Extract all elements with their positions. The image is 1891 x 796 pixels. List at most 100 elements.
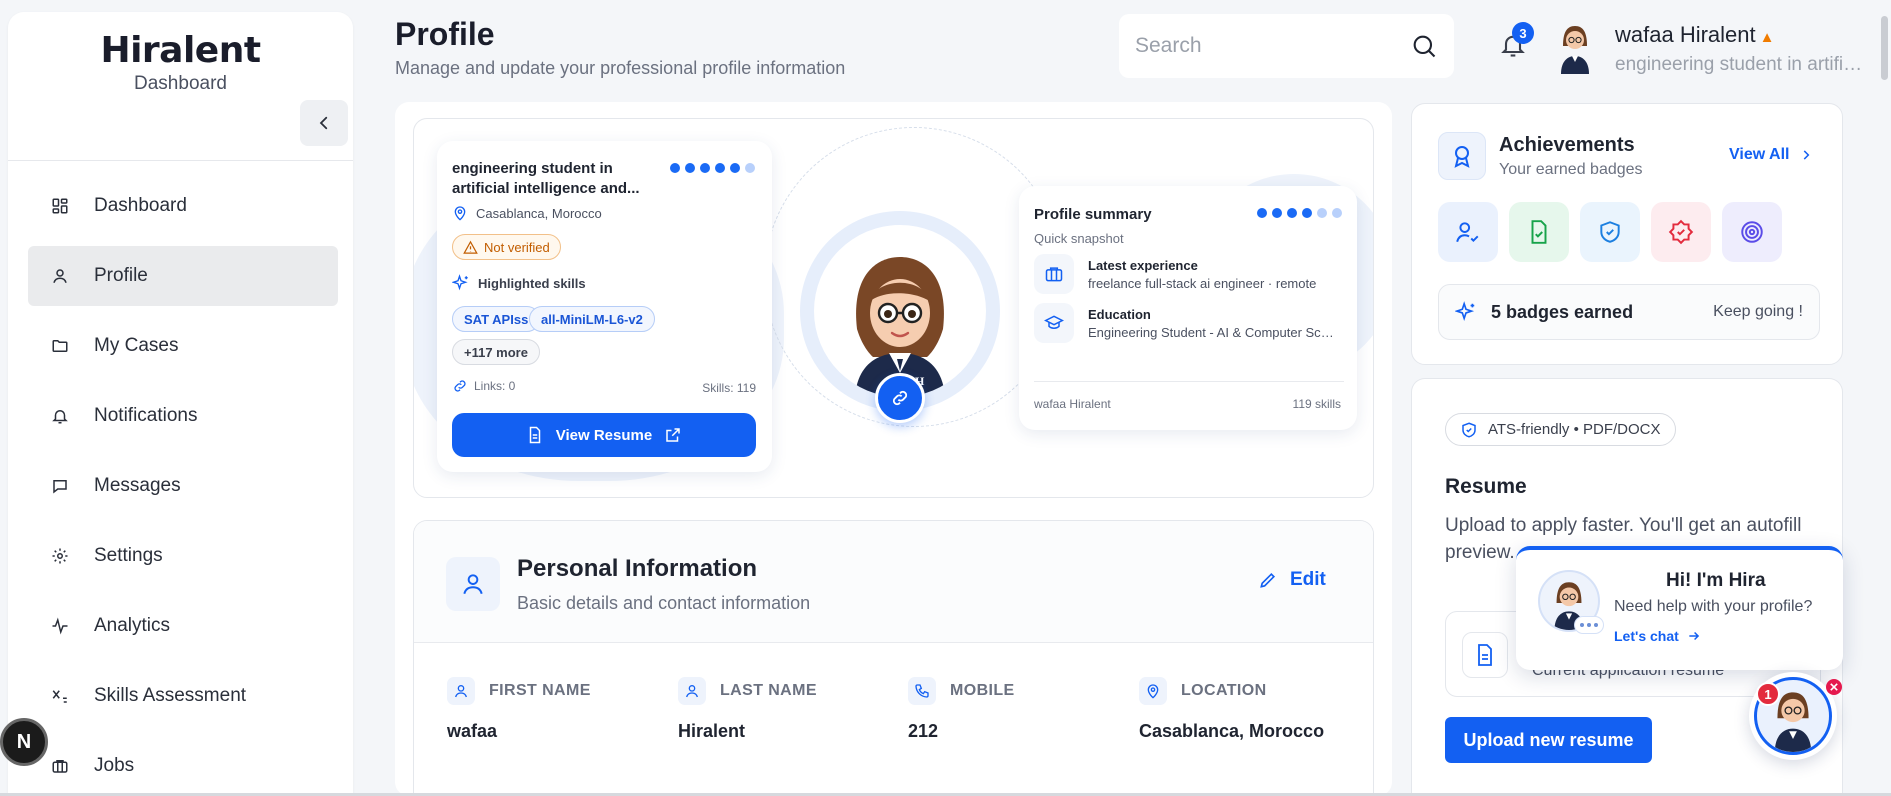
user-check-icon (1456, 222, 1479, 243)
status-text: Not verified (484, 239, 550, 255)
sidebar-item-label: Analytics (94, 615, 171, 636)
view-resume-button[interactable]: View Resume (452, 413, 756, 457)
experience-value: freelance full-stack ai engineer · remot… (1088, 275, 1317, 291)
share-link-button[interactable] (875, 373, 925, 423)
lets-chat-label: Let's chat (1614, 628, 1679, 644)
view-all-link[interactable]: View All (1729, 146, 1813, 164)
sidebar-divider (8, 160, 353, 161)
link-icon (892, 390, 908, 406)
avatar-image: H (814, 225, 986, 397)
shield-check-icon (1462, 421, 1476, 438)
edit-button[interactable]: Edit (1258, 569, 1326, 591)
experience-label: Latest experience (1088, 257, 1198, 273)
pencil-icon (1260, 572, 1276, 588)
field-value: Hiralent (678, 721, 746, 741)
field-label: Location (1181, 682, 1267, 699)
summary-subtitle: Quick snapshot (1034, 231, 1124, 246)
brand: Hiralent Dashboard (8, 30, 353, 95)
profile-summary-card: Profile summary Quick snapshot Latest ex… (1019, 186, 1357, 430)
sidebar-item-label: Messages (94, 475, 181, 496)
profile-hero: engineering student in artificial intell… (413, 118, 1374, 498)
field-label: Last Name (720, 682, 817, 699)
search-placeholder: Search (1135, 34, 1202, 57)
sidebar-item-profile[interactable]: Profile (28, 246, 338, 306)
arrow-right-icon (1689, 631, 1699, 641)
sidebar-item-label: My Cases (94, 335, 179, 356)
badge-target[interactable] (1722, 202, 1782, 262)
sidebar-item-my-cases[interactable]: My Cases (28, 316, 338, 376)
search-input[interactable]: Search (1119, 14, 1454, 78)
personal-information-header: Personal Information Basic details and c… (414, 521, 1373, 643)
brand-logo[interactable]: Hiralent (8, 30, 353, 71)
edit-label: Edit (1290, 569, 1326, 590)
sidebar-item-analytics[interactable]: Analytics (28, 596, 338, 656)
field-value: Casablanca, Morocco (1139, 721, 1325, 741)
assistant-chat-popup[interactable]: Hi! I'm Hira Need help with your profile… (1516, 546, 1843, 670)
typing-indicator (1574, 616, 1604, 634)
sidebar-item-jobs[interactable]: Jobs (28, 736, 338, 796)
user-name[interactable]: wafaa Hiralent ▲ (1615, 22, 1775, 48)
dev-tools-badge[interactable]: N (0, 718, 48, 766)
map-pin-icon (1139, 677, 1167, 705)
user-avatar[interactable] (1555, 20, 1595, 74)
gear-icon (50, 546, 70, 566)
latest-experience: Latest experience freelance full-stack a… (1034, 254, 1344, 294)
last-name-field: Last Name Hiralent (678, 677, 817, 742)
field-label: First Name (489, 682, 591, 699)
education-value: Engineering Student - AI & Computer Scie… (1088, 324, 1336, 340)
skills-count: Skills: 119 (702, 381, 756, 395)
progress-dot (1302, 208, 1312, 218)
progress-dots (1257, 208, 1342, 218)
user-icon (447, 677, 475, 705)
scrollbar[interactable] (1881, 16, 1888, 80)
achievements-title: Achievements (1499, 134, 1635, 156)
sidebar-item-label: Skills Assessment (94, 685, 247, 706)
badge-security[interactable] (1580, 202, 1640, 262)
notification-count-badge: 3 (1512, 22, 1534, 44)
summary-skills: 119 skills (1292, 397, 1341, 411)
user-role: engineering student in artificial intell… (1615, 54, 1870, 75)
sidebar-item-label: Dashboard (94, 195, 187, 216)
badges-earned-text: 5 badges earned (1491, 301, 1634, 322)
sidebar-item-notifications[interactable]: Notifications (28, 386, 338, 446)
section-subtitle: Basic details and contact information (517, 593, 811, 613)
badge-profile-verified[interactable] (1438, 202, 1498, 262)
lets-chat-link[interactable]: Let's chat (1614, 628, 1701, 644)
links-text: Links: 0 (474, 379, 516, 393)
achievements-card: Achievements Your earned badges View All… (1411, 103, 1843, 365)
map-pin-icon (454, 206, 466, 221)
document-icon (1462, 632, 1508, 678)
main-content: engineering student in artificial intell… (395, 102, 1392, 796)
badge-list (1438, 202, 1782, 262)
links-count: Links: 0 (452, 378, 515, 394)
briefcase-icon (1034, 254, 1074, 294)
assistant-prompt: Need help with your profile? (1614, 598, 1813, 615)
close-chat-icon[interactable] (1826, 679, 1842, 695)
sidebar-item-dashboard[interactable]: Dashboard (28, 176, 338, 236)
skill-chip[interactable]: all-MiniLM-L6-v2 (529, 306, 655, 332)
profile-headline: engineering student in artificial intell… (452, 160, 640, 197)
progress-dot (700, 163, 710, 173)
sidebar-item-messages[interactable]: Messages (28, 456, 338, 516)
skill-chip[interactable]: SAT APIss (452, 306, 541, 332)
badge-verified[interactable] (1651, 202, 1711, 262)
graduation-cap-icon (1034, 303, 1074, 343)
skills-heading-text: Highlighted skills (478, 275, 586, 291)
location-text: Casablanca, Morocco (476, 205, 602, 221)
upload-resume-button[interactable]: Upload new resume (1445, 717, 1652, 763)
sidebar-item-settings[interactable]: Settings (28, 526, 338, 586)
education-label: Education (1088, 306, 1151, 322)
search-icon[interactable] (1410, 32, 1438, 60)
more-skills-chip[interactable]: +117 more (452, 339, 540, 365)
sidebar-nav: Dashboard Profile My Cases Notifications… (28, 176, 338, 796)
badge-resume[interactable] (1509, 202, 1569, 262)
sidebar-item-skills-assessment[interactable]: Skills Assessment (28, 666, 338, 726)
sidebar-item-label: Jobs (94, 755, 135, 776)
bell-icon (50, 406, 70, 426)
collapse-sidebar-button[interactable] (300, 100, 348, 146)
profile-location: Casablanca, Morocco (452, 205, 602, 221)
sparkles-icon (452, 274, 468, 291)
progress-dots (670, 163, 755, 173)
link-icon (454, 380, 466, 392)
folder-icon (50, 336, 70, 356)
